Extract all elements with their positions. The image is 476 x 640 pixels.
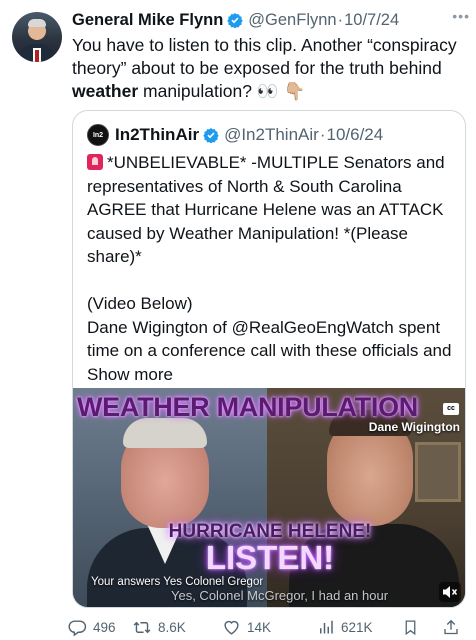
post-header: General Mike Flynn @GenFlynn · 10/7/24 <box>72 9 466 31</box>
separator-dot: · <box>319 125 326 144</box>
quote-date[interactable]: 10/6/24 <box>326 125 383 145</box>
separator-dot: · <box>337 10 344 29</box>
views-count: 621K <box>341 619 373 635</box>
video-caption: Yes, Colonel McGregor, I had an hour <box>171 588 389 603</box>
repost-count: 8.6K <box>158 619 186 635</box>
video-subtitle-big: LISTEN! <box>205 539 335 576</box>
quote-avatar[interactable]: In2 <box>87 124 109 146</box>
share-icon <box>444 619 458 634</box>
video-answers-text: Your answers Yes Colonel Gregor <box>91 576 264 588</box>
reply-icon <box>68 619 87 636</box>
repost-button[interactable]: 8.6K <box>132 618 186 637</box>
like-icon <box>224 620 239 635</box>
video-player[interactable]: WEATHER MANIPULATION cc Dane Wigington H… <box>73 388 465 607</box>
bookmark-button[interactable] <box>402 618 419 637</box>
repost-icon <box>133 621 151 633</box>
author-handle[interactable]: @GenFlynn <box>248 11 336 30</box>
avatar-tie <box>35 50 39 62</box>
reply-button[interactable]: 496 <box>68 618 116 637</box>
quote-text: *UNBELIEVABLE* -MULTIPLE Senators and re… <box>87 151 459 386</box>
quoted-post[interactable]: In2 In2ThinAir @In2ThinAir · 10/6/24 *UN… <box>72 110 466 608</box>
like-button[interactable]: 14K <box>222 618 271 637</box>
author-avatar[interactable] <box>12 12 62 62</box>
quote-author-name[interactable]: In2ThinAir <box>115 125 199 145</box>
avatar-hair <box>28 19 46 27</box>
author-name[interactable]: General Mike Flynn <box>72 11 223 30</box>
post-text-after: manipulation? 👀 👇🏼 <box>138 81 306 101</box>
verified-badge-icon <box>203 128 219 143</box>
video-wall-frame <box>415 442 461 502</box>
views-icon <box>320 620 333 633</box>
siren-icon <box>87 154 103 170</box>
cc-icon[interactable]: cc <box>443 403 459 415</box>
post-text: You have to listen to this clip. Another… <box>72 34 467 103</box>
quote-author-handle[interactable]: @In2ThinAir <box>224 125 319 145</box>
video-speaker-name: Dane Wigington <box>368 420 460 434</box>
views-button[interactable]: 621K <box>317 618 373 637</box>
share-button[interactable] <box>442 618 460 637</box>
like-count: 14K <box>247 619 272 635</box>
quote-line3: Dane Wigington of @RealGeoEngWatch spent… <box>87 317 452 384</box>
quote-header: In2 In2ThinAir @In2ThinAir · 10/6/24 <box>87 123 383 147</box>
post-date[interactable]: 10/7/24 <box>344 11 399 30</box>
action-bar: 496 8.6K 14K 621K <box>68 616 466 638</box>
quote-line2: (Video Below) <box>87 294 193 313</box>
post-text-before: You have to listen to this clip. Another… <box>72 35 457 78</box>
mute-icon[interactable] <box>439 582 461 602</box>
bookmark-icon <box>405 619 416 635</box>
more-icon[interactable]: ••• <box>452 8 470 24</box>
reply-count: 496 <box>93 619 116 635</box>
verified-badge-icon <box>227 13 244 28</box>
quote-line1: *UNBELIEVABLE* -MULTIPLE Senators and re… <box>87 153 445 266</box>
post-text-bold: weather <box>72 81 139 101</box>
video-title: WEATHER MANIPULATION <box>77 392 418 422</box>
